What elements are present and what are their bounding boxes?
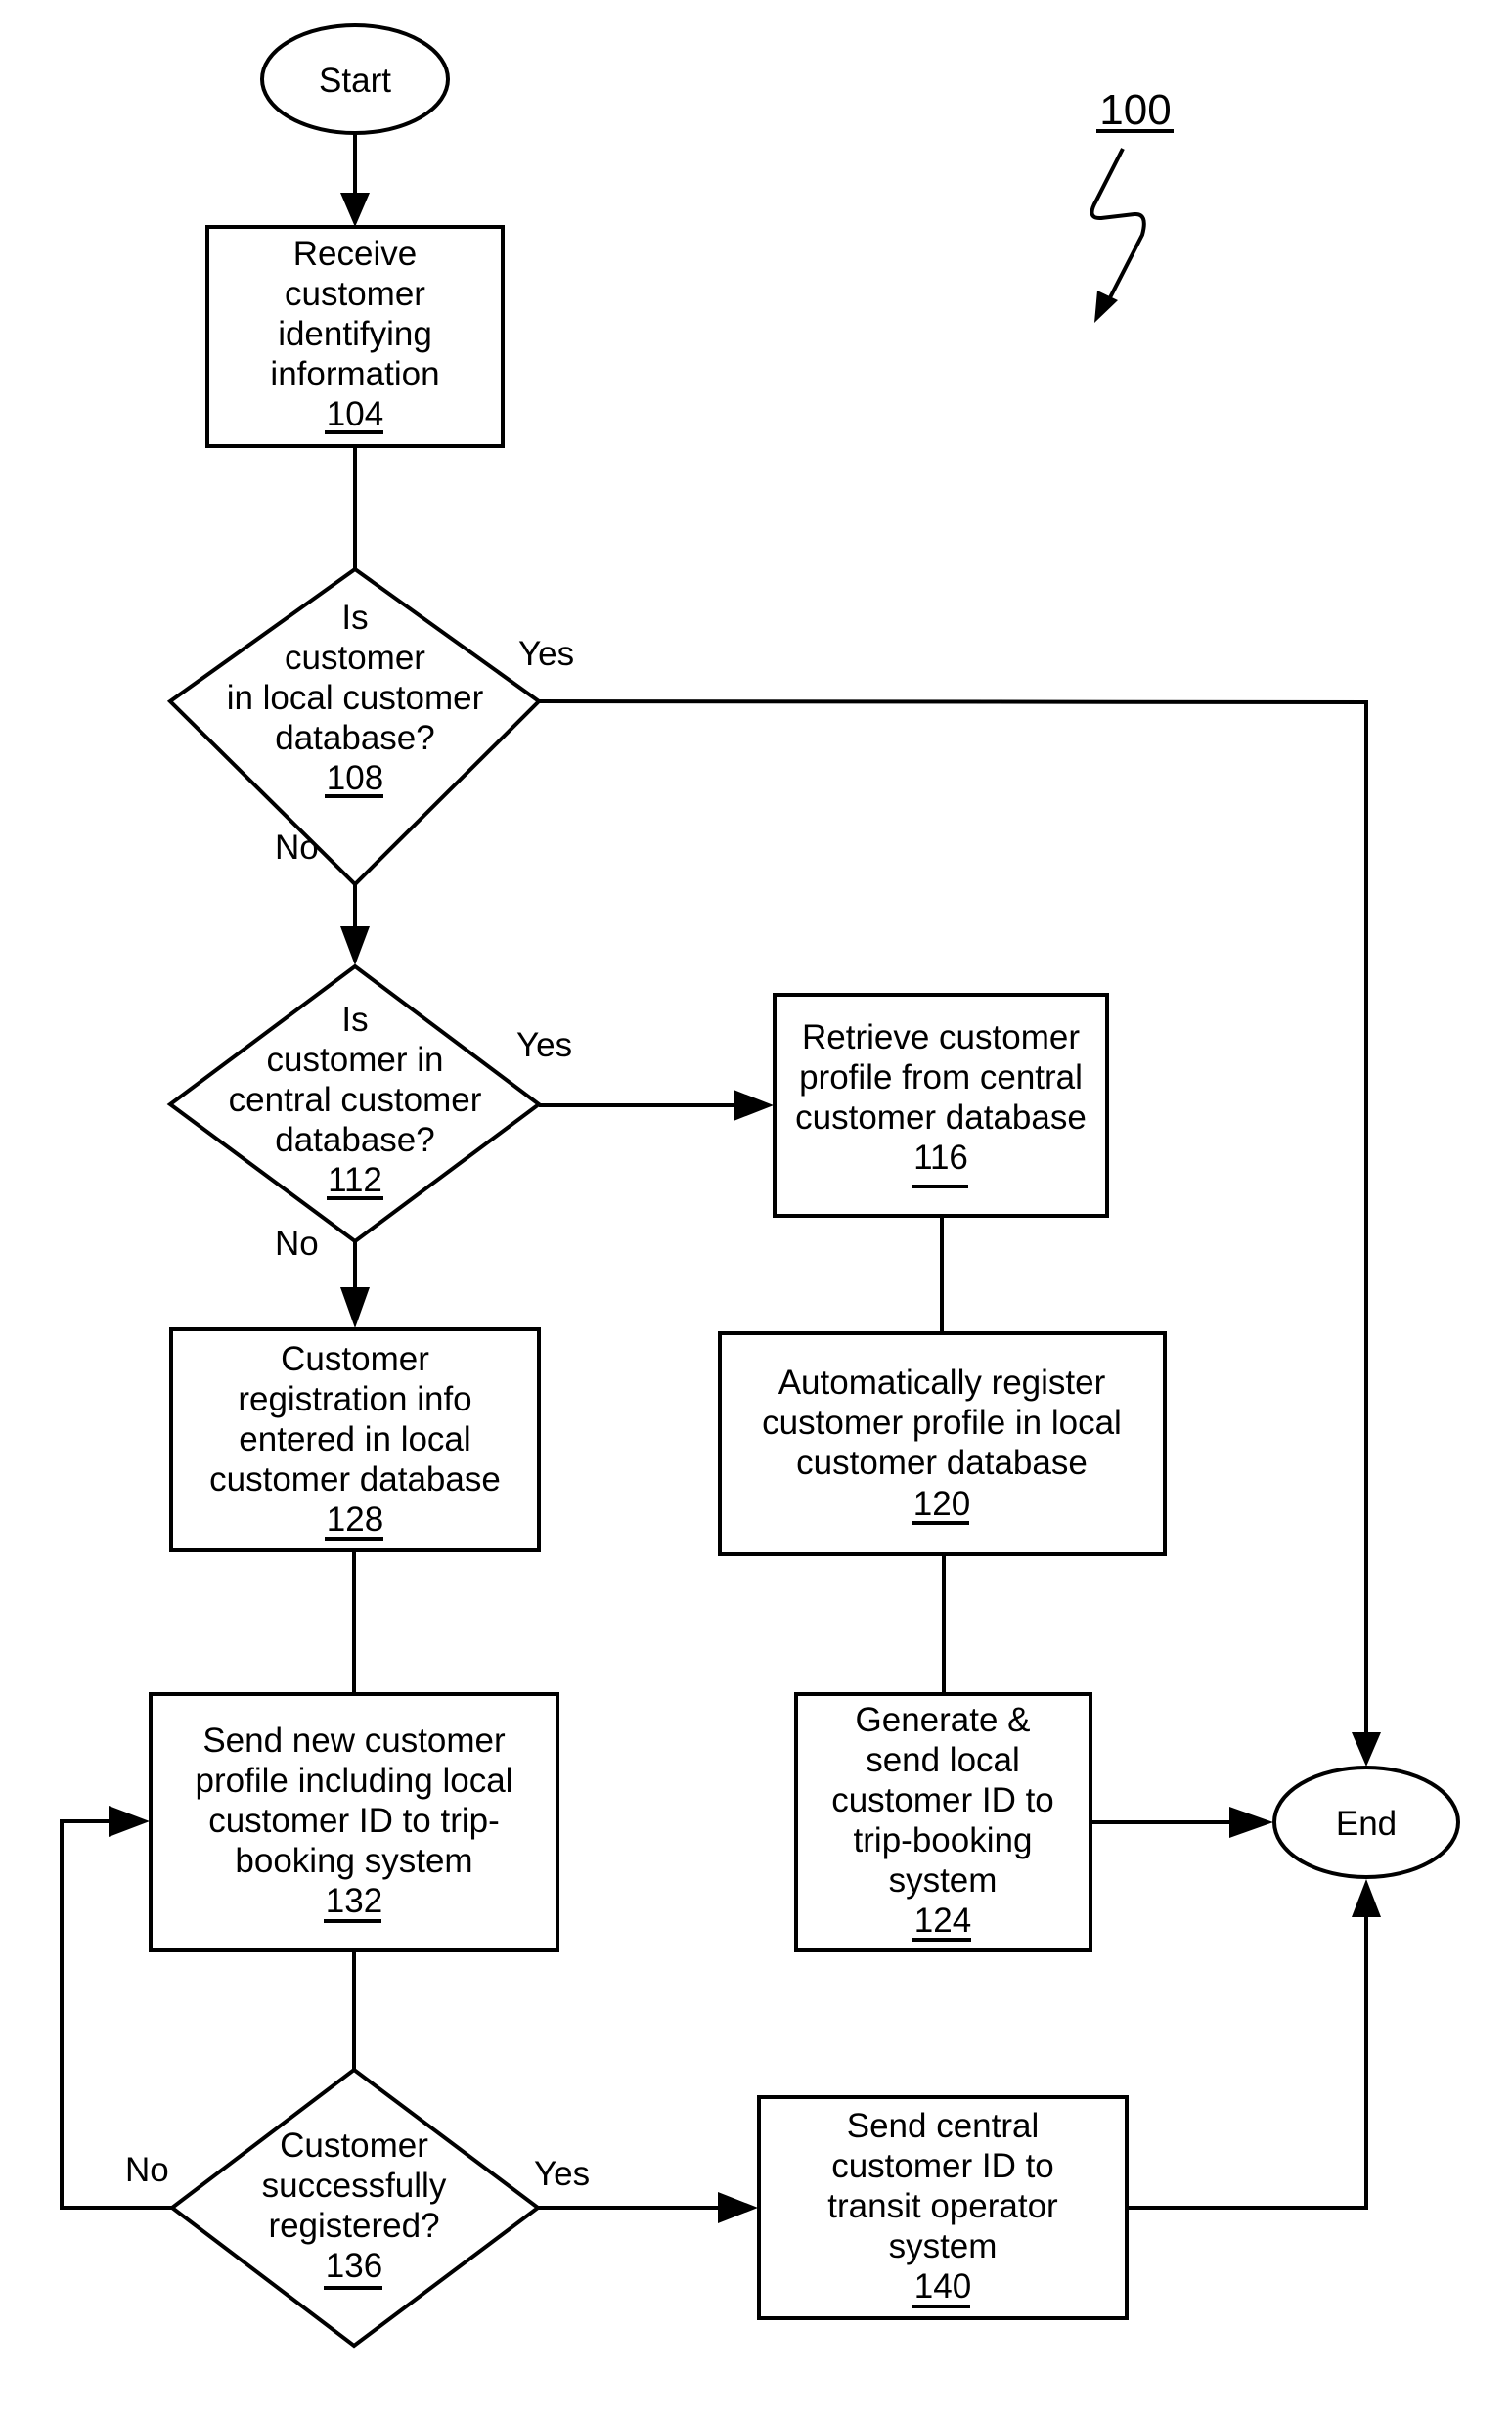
node-116-line-2: profile from central bbox=[799, 1058, 1083, 1097]
node-112-line-2: customer in bbox=[267, 1041, 444, 1079]
node-104-line-3: identifying bbox=[278, 315, 432, 353]
node-140: Send central customer ID to transit oper… bbox=[757, 2095, 1129, 2320]
node-116-line-1: Retrieve customer bbox=[802, 1018, 1080, 1056]
node-112: Is customer in central customer database… bbox=[166, 963, 543, 1244]
node-132-line-3: customer ID to trip- bbox=[208, 1802, 500, 1840]
node-136: Customer successfully registered? 136 bbox=[168, 2067, 542, 2349]
arrowhead-icon bbox=[1352, 1732, 1381, 1767]
node-136-line-1: Customer bbox=[280, 2126, 428, 2165]
node-108-line-4: database? bbox=[275, 719, 434, 757]
node-136-ref: 136 bbox=[326, 2247, 382, 2285]
node-108: Is customer in local customer database? … bbox=[166, 566, 543, 887]
node-108-line-2: customer bbox=[285, 639, 425, 677]
arrowhead-icon bbox=[718, 2192, 758, 2223]
node-104-line-1: Receive bbox=[293, 235, 417, 273]
end-label: End bbox=[1336, 1805, 1397, 1843]
arrowhead-icon bbox=[1352, 1879, 1381, 1917]
node-140-ref: 140 bbox=[914, 2267, 971, 2305]
node-104: Receive customer identifying information… bbox=[205, 225, 505, 448]
node-120: Automatically register customer profile … bbox=[718, 1331, 1167, 1556]
edge-label-108-yes: Yes bbox=[518, 635, 574, 673]
edge-label-112-no: No bbox=[275, 1225, 319, 1263]
edge-140-end bbox=[1127, 1912, 1368, 2210]
node-132-line-4: booking system bbox=[235, 1842, 472, 1880]
node-112-line-4: database? bbox=[275, 1121, 434, 1159]
node-112-line-1: Is bbox=[341, 1001, 368, 1039]
node-128-line-4: customer database bbox=[209, 1460, 501, 1499]
node-104-ref: 104 bbox=[327, 395, 383, 433]
arrowhead-icon bbox=[1229, 1807, 1273, 1838]
node-108-line-3: in local customer bbox=[227, 679, 484, 717]
node-132: Send new customer profile including loca… bbox=[149, 1692, 559, 1952]
edge-label-136-yes: Yes bbox=[534, 2155, 590, 2193]
node-140-line-3: transit operator bbox=[827, 2187, 1058, 2225]
arrowhead-icon bbox=[109, 1806, 150, 1837]
node-128-ref: 128 bbox=[327, 1500, 383, 1539]
node-132-ref: 132 bbox=[326, 1882, 382, 1920]
node-112-ref: 112 bbox=[328, 1161, 382, 1199]
edge-label-136-no: No bbox=[125, 2151, 169, 2189]
node-120-ref: 120 bbox=[913, 1485, 970, 1523]
node-136-line-2: successfully bbox=[262, 2167, 447, 2205]
node-128-line-3: entered in local bbox=[239, 1420, 470, 1458]
node-124-line-5: system bbox=[889, 1861, 998, 1900]
figure-reference-number: 100 bbox=[1099, 86, 1171, 134]
arrowhead-icon bbox=[340, 1287, 370, 1328]
node-124-line-4: trip-booking bbox=[854, 1821, 1033, 1859]
flowchart: 100 Yes No Yes No No Yes Start Receive c… bbox=[60, 23, 1460, 2349]
node-124: Generate & send local customer ID to tri… bbox=[794, 1692, 1092, 1952]
node-116-line-3: customer database bbox=[795, 1098, 1087, 1137]
node-140-line-2: customer ID to bbox=[831, 2147, 1054, 2185]
node-140-line-1: Send central bbox=[847, 2107, 1040, 2145]
node-108-line-1: Is bbox=[341, 599, 368, 637]
node-120-line-2: customer profile in local bbox=[762, 1404, 1122, 1442]
edge-label-112-yes: Yes bbox=[516, 1026, 572, 1064]
node-132-line-2: profile including local bbox=[196, 1762, 513, 1800]
node-116: Retrieve customer profile from central c… bbox=[773, 993, 1109, 1218]
figure-reference-squiggle bbox=[1090, 148, 1146, 312]
figure-reference: 100 bbox=[1090, 86, 1174, 323]
arrowhead-icon bbox=[340, 193, 370, 227]
node-128: Customer registration info entered in lo… bbox=[169, 1327, 541, 1552]
node-end: End bbox=[1272, 1766, 1460, 1879]
node-124-line-3: customer ID to bbox=[831, 1781, 1054, 1819]
squiggle-arrowhead-icon bbox=[1094, 291, 1118, 323]
node-start: Start bbox=[260, 23, 450, 135]
arrowhead-icon bbox=[734, 1090, 774, 1121]
node-124-line-2: send local bbox=[866, 1741, 1020, 1779]
node-116-ref: 116 bbox=[913, 1139, 968, 1177]
node-108-ref: 108 bbox=[327, 759, 383, 797]
node-124-ref: 124 bbox=[914, 1902, 971, 1940]
node-120-line-1: Automatically register bbox=[778, 1364, 1106, 1402]
node-104-line-2: customer bbox=[285, 275, 425, 313]
start-label: Start bbox=[319, 62, 391, 100]
node-128-line-1: Customer bbox=[281, 1340, 429, 1378]
node-120-line-3: customer database bbox=[796, 1444, 1088, 1482]
arrowhead-icon bbox=[340, 926, 370, 965]
node-136-line-3: registered? bbox=[268, 2207, 439, 2245]
edge-108-end bbox=[538, 699, 1368, 1736]
node-140-line-4: system bbox=[889, 2227, 998, 2265]
node-112-line-3: central customer bbox=[229, 1081, 482, 1119]
node-124-line-1: Generate & bbox=[856, 1701, 1031, 1739]
node-132-line-1: Send new customer bbox=[202, 1722, 506, 1760]
node-104-line-4: information bbox=[270, 355, 439, 393]
node-128-line-2: registration info bbox=[238, 1380, 471, 1418]
